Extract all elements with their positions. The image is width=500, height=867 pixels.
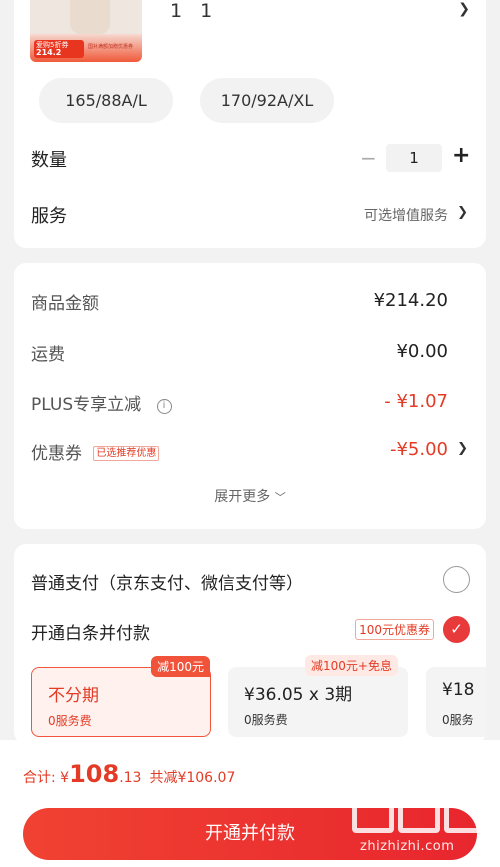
size-option-xl[interactable]: 170/92A/XL bbox=[200, 78, 334, 123]
coupon-selected-tag: 已选推荐优惠 bbox=[93, 446, 160, 461]
thumbnail-price-tag: 爱购5折券 214.2 bbox=[34, 40, 84, 58]
total-amount: 合计: ¥108.13 共减¥106.07 bbox=[23, 760, 235, 788]
expand-more-button[interactable]: 展开更多 ﹀ bbox=[14, 486, 486, 506]
plus-discount-row: PLUS专享立减 i bbox=[31, 390, 172, 415]
checkout-footer: 合计: ¥108.13 共减¥106.07 开通并付款 zhizhizhi.com bbox=[0, 740, 500, 867]
service-label: 服务 bbox=[31, 206, 67, 227]
watermark-logo: zhizhizhi.com bbox=[352, 783, 492, 863]
voucher-tag: 100元优惠券 bbox=[355, 619, 434, 640]
watermark-text: zhizhizhi.com bbox=[360, 839, 455, 854]
total-decimal: .13 bbox=[119, 770, 142, 786]
payment-method-card: 普通支付（京东支付、微信支付等） 开通白条并付款 100元优惠券 ✓ 减100元… bbox=[14, 544, 486, 744]
shipping-label: 运费 bbox=[31, 345, 65, 365]
cta-label: 开通并付款 bbox=[205, 823, 295, 844]
baitiao-payment-label[interactable]: 开通白条并付款 bbox=[31, 619, 150, 644]
info-icon[interactable]: i bbox=[156, 399, 172, 414]
expand-more-label: 展开更多 bbox=[214, 489, 271, 505]
shipping-value: ¥0.00 bbox=[396, 341, 448, 362]
watermark-glyph bbox=[444, 783, 486, 833]
plan-title: 不分期 bbox=[48, 686, 99, 706]
quantity-label: 数量 bbox=[31, 150, 67, 171]
product-thumbnail[interactable]: 爱购5折券 214.2 国补满额加赠优惠券 bbox=[30, 0, 142, 62]
normal-payment-label[interactable]: 普通支付（京东支付、微信支付等） bbox=[31, 569, 303, 594]
plan-title: ¥18 bbox=[442, 680, 475, 700]
quantity-minus-button[interactable]: − bbox=[360, 146, 377, 170]
price-breakdown-card: 商品金额 ¥214.20 运费 ¥0.00 PLUS专享立减 i - ¥1.07… bbox=[14, 263, 486, 529]
plus-discount-value: - ¥1.07 bbox=[384, 391, 448, 412]
chevron-right-icon[interactable]: ❯ bbox=[457, 205, 468, 220]
size-option-l[interactable]: 165/88A/L bbox=[39, 78, 173, 123]
plan-badge: 减100元+免息 bbox=[305, 655, 398, 676]
total-reduction: 共减¥106.07 bbox=[149, 770, 236, 786]
shirt-image bbox=[70, 0, 110, 34]
watermark-glyph bbox=[352, 783, 394, 833]
chevron-down-icon: ﹀ bbox=[274, 491, 286, 504]
plan-title: ¥36.05 x 3期 bbox=[244, 685, 353, 705]
plan-fee: 0服务费 bbox=[244, 713, 288, 727]
total-label: 合计: ¥ bbox=[23, 770, 70, 786]
baitiao-payment-radio[interactable]: ✓ bbox=[443, 616, 470, 643]
chevron-right-icon[interactable]: ❯ bbox=[458, 1, 470, 17]
quantity-input[interactable]: 1 bbox=[386, 144, 442, 172]
installment-option-more[interactable]: ¥18 0服务 bbox=[426, 667, 486, 737]
plan-fee: 0服务 bbox=[442, 713, 474, 727]
goods-amount-value: ¥214.20 bbox=[373, 290, 448, 311]
thumbnail-price: 214.2 bbox=[36, 48, 62, 57]
plus-discount-label: PLUS专享立减 bbox=[31, 395, 142, 415]
chevron-right-icon[interactable]: ❯ bbox=[457, 441, 468, 456]
plan-badge: 减100元 bbox=[151, 656, 210, 677]
coupon-value[interactable]: -¥5.00 bbox=[390, 439, 448, 460]
total-integer: 108 bbox=[69, 760, 120, 788]
goods-amount-label: 商品金额 bbox=[31, 294, 99, 314]
plan-fee: 0服务费 bbox=[48, 714, 92, 728]
product-card: 爱购5折券 214.2 国补满额加赠优惠券 1 1 ❯ 165/88A/L 17… bbox=[14, 0, 486, 248]
normal-payment-radio[interactable] bbox=[443, 566, 470, 593]
coupon-label: 优惠券 bbox=[31, 444, 82, 464]
product-count: 1 1 bbox=[170, 0, 219, 22]
coupon-row[interactable]: 优惠券 已选推荐优惠 bbox=[31, 439, 160, 464]
installment-option-none[interactable]: 减100元 不分期 0服务费 bbox=[31, 656, 211, 737]
service-value[interactable]: 可选增值服务 bbox=[364, 205, 448, 225]
watermark-glyph bbox=[398, 783, 440, 833]
installment-option-3[interactable]: 减100元+免息 ¥36.05 x 3期 0服务费 bbox=[228, 655, 408, 737]
thumbnail-small-text: 国补满额加赠优惠券 bbox=[88, 44, 134, 50]
quantity-plus-button[interactable]: + bbox=[452, 143, 470, 168]
